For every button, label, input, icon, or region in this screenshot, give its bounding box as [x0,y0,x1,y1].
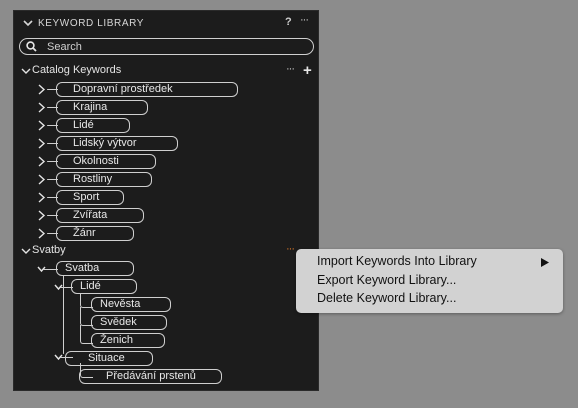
expand-chevron-icon[interactable] [37,102,46,113]
keyword-item[interactable]: Lidský výtvor [56,136,178,151]
keyword-zenich[interactable]: Ženich [91,333,165,348]
keyword-item[interactable]: Žánr [56,226,134,241]
catalog-chevron-icon[interactable] [21,66,31,76]
keyword-library-panel: KEYWORD LIBRARY ? ··· Search Catalog Key… [13,10,319,391]
search-icon [26,41,37,52]
expand-chevron-icon[interactable] [37,210,46,221]
svatby-chevron-icon[interactable] [21,246,31,256]
expand-chevron-icon[interactable] [37,120,46,131]
keyword-item[interactable]: Okolnosti [56,154,156,169]
catalog-more-button[interactable]: ··· [286,63,295,75]
expand-chevron-icon[interactable] [37,174,46,185]
panel-more-button[interactable]: ··· [300,14,309,26]
expand-chevron-icon[interactable] [37,228,46,239]
expand-chevron-icon[interactable] [37,138,46,149]
panel-title: KEYWORD LIBRARY [38,18,145,29]
keyword-predavani-prstenu[interactable]: Předávání prstenů [79,369,222,384]
keyword-nevesta[interactable]: Nevěsta [91,297,171,312]
collapse-chevron-icon[interactable] [22,17,34,29]
tree-connector [63,285,64,354]
keyword-lide-svatby[interactable]: Lidé [71,279,137,294]
help-button[interactable]: ? [285,16,292,28]
svatby-more-button[interactable]: ··· [286,243,295,255]
keyword-svedek[interactable]: Svědek [91,315,167,330]
keyword-item[interactable]: Rostliny [56,172,152,187]
import-keywords-menu-item[interactable]: Import Keywords Into Library [317,254,477,268]
export-keyword-library-menu-item[interactable]: Export Keyword Library... [317,273,456,287]
search-input[interactable]: Search [19,38,314,55]
search-placeholder: Search [47,41,82,53]
add-keyword-button[interactable]: + [303,63,312,78]
expand-chevron-icon[interactable] [37,156,46,167]
expand-chevron-icon[interactable] [37,192,46,203]
keyword-item[interactable]: Krajina [56,100,148,115]
delete-keyword-library-menu-item[interactable]: Delete Keyword Library... [317,291,456,305]
svatby-title[interactable]: Svatby [32,244,66,256]
keyword-item[interactable]: Zvířata [56,208,144,223]
keyword-situace[interactable]: Situace [65,351,153,366]
keyword-item[interactable]: Lidé [56,118,130,133]
keyword-item[interactable]: Dopravní prostředek [56,82,238,97]
keyword-svatba[interactable]: Svatba [56,261,134,276]
keyword-item[interactable]: Sport [56,190,124,205]
panel-header: KEYWORD LIBRARY ? ··· [14,11,318,37]
expand-chevron-icon[interactable] [37,84,46,95]
catalog-keywords-title[interactable]: Catalog Keywords [32,64,121,76]
submenu-arrow-icon [541,258,549,267]
context-menu: Import Keywords Into Library Export Keyw… [296,249,563,313]
